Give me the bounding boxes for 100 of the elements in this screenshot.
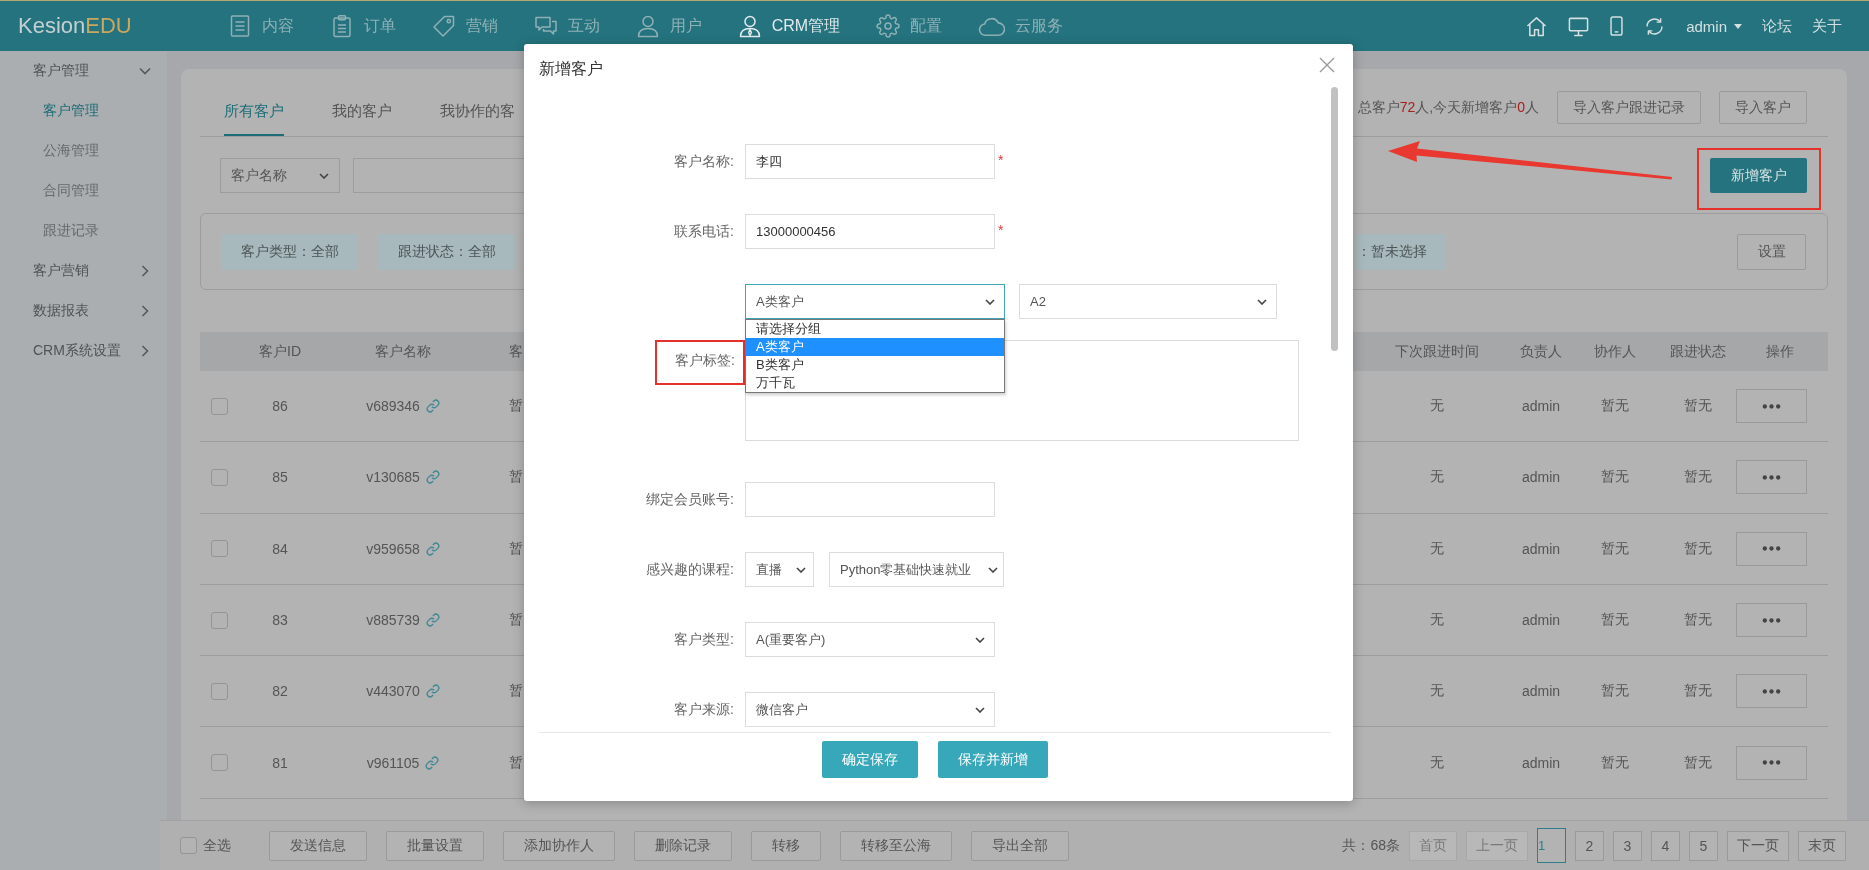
more-button[interactable] [1735,603,1807,638]
table-cell: 暂无 [1684,539,1712,558]
tab[interactable]: 我的客户 [332,102,392,136]
select-field[interactable]: A2 [1019,284,1277,319]
filter-chip[interactable]: 跟进状态：全部 [378,233,515,270]
row-checkbox[interactable] [210,754,228,772]
import-button[interactable]: 导入客户跟进记录 [1557,91,1701,124]
link-icon[interactable] [425,755,440,770]
bulk-action-button[interactable]: 转移至公海 [840,830,952,861]
link-icon[interactable] [425,399,440,414]
bulk-action-button[interactable]: 导出全部 [971,830,1069,861]
user-icon [635,14,660,38]
text-field[interactable]: 13000000456 [745,214,995,249]
sidebar-subitem[interactable]: 客户管理 [0,91,167,131]
select-field[interactable]: A(重要客户) [745,622,995,657]
page-button[interactable]: 2 [1575,830,1604,861]
select-field[interactable]: A类客户 [745,284,1005,319]
more-button[interactable] [1735,389,1807,424]
nav-item[interactable]: CRM管理 [737,14,841,38]
link-icon[interactable] [425,541,440,556]
table-cell: admin [1521,612,1561,629]
row-checkbox[interactable] [210,540,228,558]
nav-item[interactable]: 互动 [533,14,600,38]
tab[interactable]: 所有客户 [224,102,284,136]
table-cell: 83 [272,612,288,629]
page-button[interactable]: 5 [1689,830,1718,861]
row-checkbox[interactable] [210,468,228,486]
summary-text: 总客户72人,今天新增客户0人 [1357,98,1539,117]
nav-item[interactable]: 配置 [876,14,943,38]
next-page-button[interactable]: 下一页 [1727,830,1789,861]
bulk-action-button[interactable]: 转移 [751,830,821,861]
monitor-icon[interactable] [1568,15,1590,37]
bulk-action-button[interactable]: 批量设置 [386,830,484,861]
page-button[interactable]: 3 [1613,830,1642,861]
dropdown-option[interactable]: 请选择分组 [746,320,1004,338]
more-icon [1761,474,1781,480]
tag-icon [431,14,456,38]
import-button[interactable]: 导入客户 [1719,91,1807,124]
tab[interactable]: 我协作的客 [440,102,515,136]
sidebar-subitem[interactable]: 合同管理 [0,171,167,211]
more-button[interactable] [1735,745,1807,780]
select-field[interactable]: 微信客户 [745,692,995,727]
nav-item[interactable]: 订单 [329,14,396,38]
row-checkbox[interactable] [210,397,228,415]
nav-item[interactable]: 用户 [635,14,702,38]
search-field[interactable] [353,158,524,193]
select-all-label[interactable]: 全选 [203,836,231,855]
column-header: 操作 [1766,342,1794,359]
bulk-action-button[interactable]: 删除记录 [634,830,732,861]
refresh-icon[interactable] [1644,15,1666,37]
mobile-phone-icon[interactable] [1610,16,1624,36]
row-checkbox[interactable] [210,611,228,629]
text-field[interactable] [745,482,995,517]
add-customer-button[interactable]: 新增客户 [1710,158,1807,193]
link-icon[interactable] [425,613,440,628]
row-checkbox[interactable] [210,682,228,700]
home-icon[interactable] [1526,15,1548,37]
nav-item[interactable]: 云服务 [978,15,1064,37]
link-icon[interactable] [425,684,440,699]
bulk-action-button[interactable]: 添加协作人 [503,830,615,861]
sidebar-item[interactable]: 客户管理 [0,51,167,91]
select-field[interactable]: Python零基础快速就业 [829,552,1004,587]
dialog-button[interactable]: 确定保存 [822,741,918,778]
sidebar-subitem[interactable]: 跟进记录 [0,211,167,251]
dropdown-option[interactable]: B类客户 [746,356,1004,374]
text-field[interactable]: 李四 [745,144,995,179]
nav-item[interactable]: 营销 [431,14,498,38]
user-menu[interactable]: admin [1686,17,1742,35]
nav-item[interactable]: 内容 [227,14,294,38]
dialog-button[interactable]: 保存并新增 [938,741,1048,778]
dialog-title: 新增客户 [539,58,603,79]
sidebar-subitem[interactable]: 公海管理 [0,131,167,171]
dropdown-option[interactable]: A类客户 [746,338,1004,356]
search-type-select[interactable]: 客户名称 [220,158,340,193]
table-cell: 暂 [509,468,523,487]
page-button[interactable]: 4 [1651,830,1680,861]
scrollbar[interactable] [1331,87,1338,351]
link-icon[interactable] [425,470,440,485]
more-button[interactable] [1735,460,1807,495]
bulk-action-button[interactable]: 发送信息 [269,830,367,861]
last-page-button[interactable]: 末页 [1798,830,1846,861]
sidebar-item[interactable]: 数据报表 [0,291,167,331]
select-all-checkbox[interactable] [180,837,197,854]
sidebar-item[interactable]: CRM系统设置 [0,331,167,371]
sidebar-item[interactable]: 客户营销 [0,251,167,291]
required-mark: * [998,153,1004,167]
more-button[interactable] [1735,531,1807,566]
dropdown-option[interactable]: 万千瓦 [746,374,1004,392]
settings-button[interactable]: 设置 [1737,233,1806,270]
field-label: 感兴趣的课程: [646,560,734,579]
header-link[interactable]: 关于 [1812,16,1842,36]
filter-chip[interactable]: 客户类型：全部 [221,233,358,270]
header-link[interactable]: 论坛 [1762,16,1792,36]
column-header: 下次跟进时间 [1395,342,1479,359]
total-count: 共：68条 [1342,836,1400,855]
filter-chip[interactable]: ：暂未选择 [1355,233,1446,270]
select-field[interactable]: 直播 [745,552,814,587]
page-button[interactable]: 1 [1537,828,1566,863]
close-icon[interactable] [1319,57,1335,73]
more-button[interactable] [1735,674,1807,709]
